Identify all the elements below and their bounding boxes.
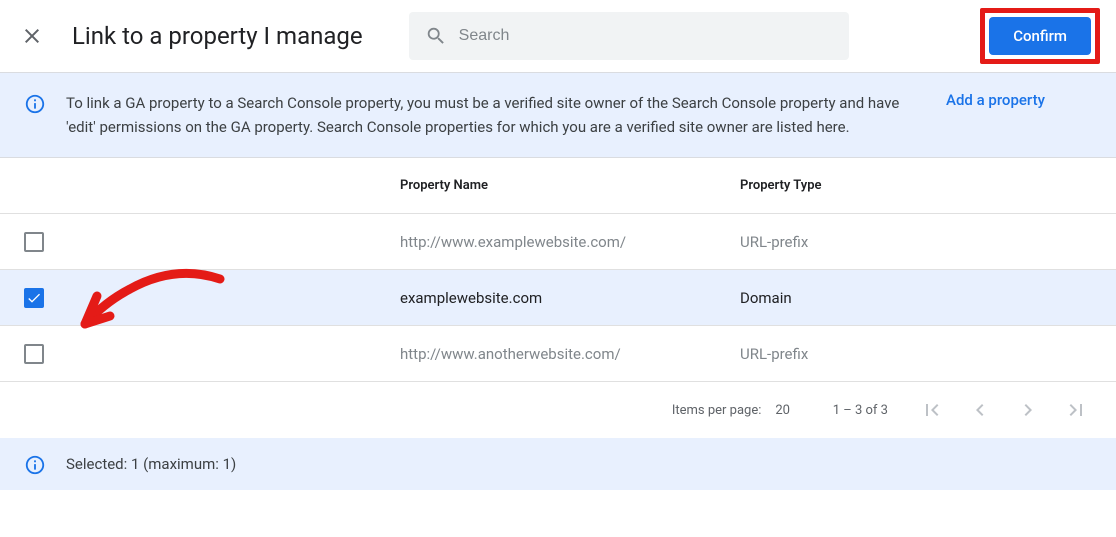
- pagination: Items per page: 20 1 – 3 of 3: [0, 382, 1116, 438]
- info-icon: [24, 454, 46, 476]
- table-row[interactable]: http://www.anotherwebsite.com/ URL-prefi…: [0, 326, 1116, 382]
- col-property-name: Property Name: [400, 178, 740, 193]
- confirm-highlight: Confirm: [980, 8, 1100, 64]
- first-page-button[interactable]: [916, 394, 948, 426]
- property-type: URL-prefix: [740, 233, 1116, 251]
- search-input[interactable]: [459, 27, 833, 45]
- selected-banner: Selected: 1 (maximum: 1): [0, 438, 1116, 490]
- property-name: http://www.examplewebsite.com/: [400, 233, 740, 251]
- add-property-link[interactable]: Add a property: [946, 91, 1045, 109]
- page-range: 1 – 3 of 3: [818, 403, 888, 418]
- row-checkbox[interactable]: [24, 344, 44, 364]
- property-type: URL-prefix: [740, 345, 1116, 363]
- search-icon: [425, 24, 447, 48]
- property-name: http://www.anotherwebsite.com/: [400, 345, 740, 363]
- property-name: examplewebsite.com: [400, 289, 740, 307]
- info-banner: To link a GA property to a Search Consol…: [0, 72, 1116, 158]
- items-per-page-value[interactable]: 20: [775, 403, 790, 418]
- items-per-page-label: Items per page:: [672, 403, 762, 418]
- search-box[interactable]: [409, 12, 849, 60]
- row-checkbox[interactable]: [24, 232, 44, 252]
- selected-count-label: Selected: 1 (maximum: 1): [66, 455, 236, 473]
- last-page-icon: [1064, 398, 1088, 422]
- property-table: Property Name Property Type http://www.e…: [0, 158, 1116, 382]
- info-text: To link a GA property to a Search Consol…: [66, 91, 926, 139]
- info-icon: [24, 93, 46, 115]
- close-button[interactable]: [8, 12, 56, 60]
- dialog-header: Link to a property I manage Confirm: [0, 0, 1116, 72]
- next-page-button[interactable]: [1012, 394, 1044, 426]
- property-type: Domain: [740, 289, 1116, 307]
- table-row[interactable]: examplewebsite.com Domain: [0, 270, 1116, 326]
- row-checkbox[interactable]: [24, 288, 44, 308]
- last-page-button[interactable]: [1060, 394, 1092, 426]
- dialog-title: Link to a property I manage: [72, 22, 363, 50]
- first-page-icon: [920, 398, 944, 422]
- chevron-left-icon: [968, 398, 992, 422]
- close-icon: [20, 24, 44, 48]
- table-row[interactable]: http://www.examplewebsite.com/ URL-prefi…: [0, 214, 1116, 270]
- col-property-type: Property Type: [740, 178, 1116, 193]
- table-header: Property Name Property Type: [0, 158, 1116, 214]
- confirm-button[interactable]: Confirm: [989, 17, 1091, 55]
- prev-page-button[interactable]: [964, 394, 996, 426]
- chevron-right-icon: [1016, 398, 1040, 422]
